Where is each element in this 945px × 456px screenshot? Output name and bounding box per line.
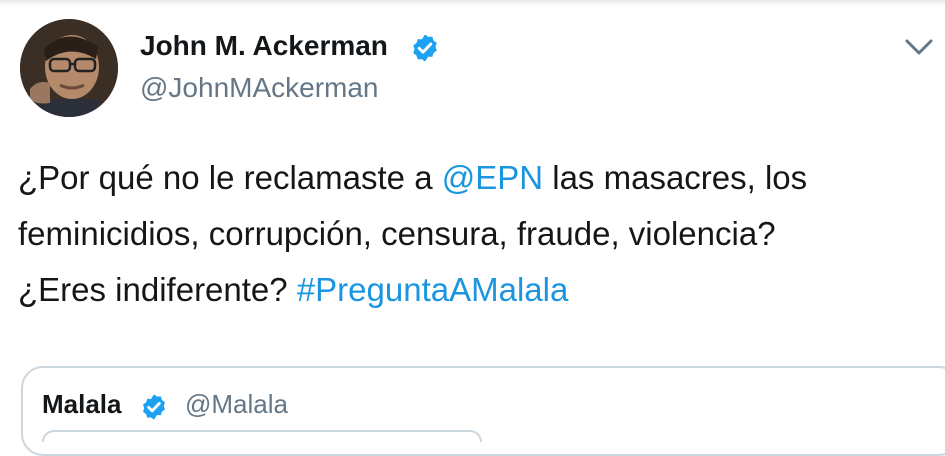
mention-link[interactable]: @EPN [442,159,543,196]
tweet-line: ¿Por qué no le reclamaste a @EPN las mas… [18,150,938,206]
avatar-photo-icon [20,19,118,117]
hashtag-link[interactable]: #PreguntaAMalala [297,271,569,308]
tweet-text-segment: ¿Eres indiferente? [18,271,297,308]
tweet-text-segment: las masacres, los [543,159,808,196]
author-name[interactable]: John M. Ackerman [140,30,388,62]
top-divider [0,0,945,6]
tweet-text: ¿Por qué no le reclamaste a @EPN las mas… [18,150,938,318]
author-avatar[interactable] [20,19,118,117]
tweet-line: ¿Eres indiferente? #PreguntaAMalala [18,262,938,318]
quoted-author-name[interactable]: Malala [42,389,122,420]
quoted-media-preview[interactable] [42,430,482,442]
tweet-line: feminicidios, corrupción, censura, fraud… [18,215,776,252]
verified-badge-icon [143,394,165,420]
tweet-text-segment: ¿Por qué no le reclamaste a [18,159,442,196]
author-handle[interactable]: @JohnMAckerman [140,72,379,104]
chevron-down-icon[interactable] [903,33,935,61]
verified-badge-icon [413,34,437,62]
quoted-author-handle[interactable]: @Malala [185,389,288,420]
